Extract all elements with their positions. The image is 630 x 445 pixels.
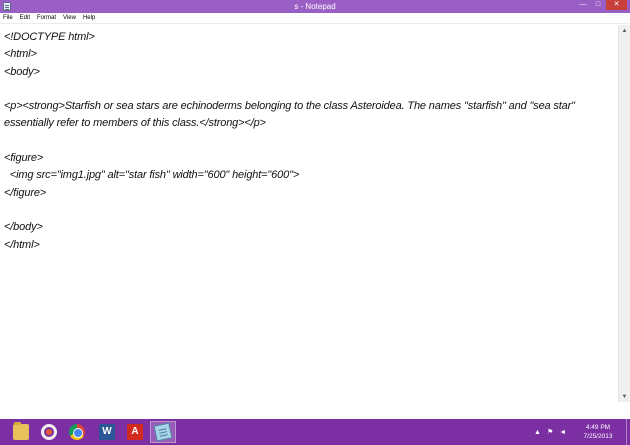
editor-line: essentially refer to members of this cla… (4, 117, 266, 130)
taskbar: ▲ ⚑ ◄ 4:49 PM 7/25/2013 (0, 419, 630, 445)
notepad-icon (153, 422, 173, 442)
word-icon (99, 424, 115, 440)
editor-line: </html> (4, 238, 40, 251)
window-title: s - Notepad (294, 2, 336, 11)
menu-edit[interactable]: Edit (20, 13, 30, 24)
editor-line: <img src="img1.jpg" alt="star fish" widt… (4, 169, 300, 182)
editor-line: </body> (4, 221, 43, 234)
clock-date: 7/25/2013 (583, 433, 613, 440)
text-editor[interactable]: <!DOCTYPE html> <html> <body> <p><strong… (0, 25, 618, 402)
menu-format[interactable]: Format (37, 13, 56, 24)
menu-view[interactable]: View (63, 13, 76, 24)
taskbar-ubuntu[interactable] (36, 421, 62, 443)
vertical-scrollbar[interactable]: ▲ ▼ (618, 25, 630, 402)
close-button[interactable]: ✕ (606, 0, 627, 10)
title-bar[interactable]: s - Notepad — □ ✕ (0, 0, 630, 13)
editor-line: </figure> (4, 186, 47, 199)
taskbar-word[interactable] (94, 421, 120, 443)
tray-overflow-chevron-icon[interactable]: ▲ (534, 429, 541, 436)
maximize-button[interactable]: □ (591, 0, 605, 10)
menu-bar: File Edit Format View Help (0, 13, 630, 24)
menu-file[interactable]: File (3, 13, 13, 24)
editor-line: <!DOCTYPE html> (4, 31, 95, 43)
taskbar-clock[interactable]: 4:49 PM 7/25/2013 (578, 423, 618, 441)
folder-icon (13, 422, 29, 440)
taskbar-acrobat[interactable] (122, 421, 148, 443)
clock-time: 4:49 PM (585, 424, 611, 431)
taskbar-notepad[interactable] (150, 421, 176, 443)
menu-help[interactable]: Help (83, 13, 95, 24)
editor-line: <body> (4, 65, 40, 78)
editor-line: <p><strong>Starfish or sea stars are ech… (4, 100, 575, 113)
action-center-flag-icon[interactable]: ⚑ (547, 428, 553, 436)
taskbar-file-explorer[interactable] (8, 421, 34, 443)
show-desktop-button[interactable] (626, 419, 630, 445)
editor-line: <html> (4, 48, 37, 61)
acrobat-icon (127, 424, 143, 440)
ubuntu-icon (41, 424, 57, 440)
volume-icon[interactable]: ◄ (559, 429, 566, 436)
editor-line: <figure> (4, 152, 44, 165)
chrome-icon (69, 424, 85, 440)
taskbar-chrome[interactable] (64, 421, 90, 443)
scroll-down-arrow-icon[interactable]: ▼ (619, 391, 630, 402)
scroll-up-arrow-icon[interactable]: ▲ (619, 25, 630, 36)
minimize-button[interactable]: — (576, 0, 590, 10)
system-tray: ▲ ⚑ ◄ (534, 419, 566, 445)
